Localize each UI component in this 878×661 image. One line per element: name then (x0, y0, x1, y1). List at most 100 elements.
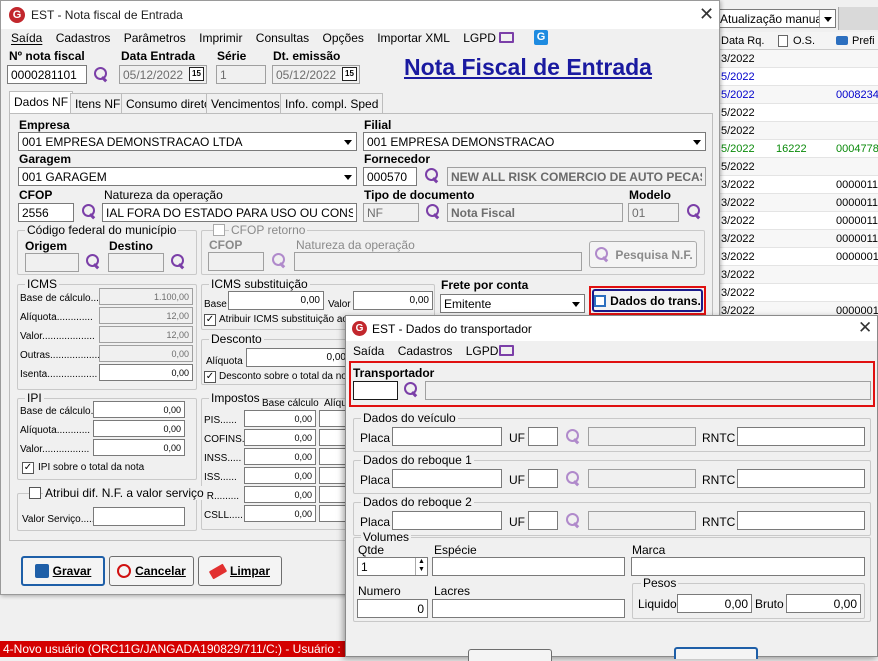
uf-input[interactable] (528, 469, 558, 488)
ipi-total-checkbox[interactable]: ✓ (22, 462, 34, 474)
icms-field-input[interactable] (99, 345, 193, 362)
dialog-menu-lgpd[interactable]: LGPD (466, 344, 499, 358)
update-mode-combo[interactable]: Atualização manual (716, 9, 836, 28)
search-icon[interactable] (92, 66, 110, 84)
tab-consumo-direto[interactable]: Consumo direto (121, 93, 216, 113)
search-icon[interactable] (564, 470, 582, 488)
search-icon[interactable] (423, 167, 441, 185)
placa-input[interactable] (392, 427, 502, 446)
dados-trans-button[interactable]: Dados do trans. (592, 289, 703, 312)
menu-consultas[interactable]: Consultas (256, 31, 309, 45)
gravar-button[interactable]: Gravar (21, 556, 105, 586)
impostos-base-input[interactable] (244, 448, 316, 465)
tab-info-compl-sped[interactable]: Info. compl. Sped (280, 93, 384, 113)
menu-saida[interactable]: Saída (11, 31, 42, 45)
valor-servico-input[interactable] (93, 507, 185, 526)
origem-input[interactable] (25, 253, 79, 272)
atribui-dif-checkbox[interactable] (29, 487, 41, 499)
liquido-input[interactable] (677, 594, 752, 613)
ipi-field-input[interactable] (93, 401, 185, 418)
icms-sub-valor-input[interactable] (353, 291, 433, 310)
impostos-base-input[interactable] (244, 505, 316, 522)
close-icon[interactable]: ✕ (858, 318, 872, 338)
fornecedor-code-input[interactable] (363, 167, 417, 186)
qtde-spinner[interactable]: ▲ ▼ (415, 558, 427, 575)
rntc-input[interactable] (737, 469, 865, 488)
impostos-base-input[interactable] (244, 410, 316, 427)
desconto-checkbox[interactable]: ✓ (204, 371, 216, 383)
search-icon[interactable] (80, 203, 98, 221)
icms-field-input[interactable] (99, 288, 193, 305)
search-icon[interactable] (402, 381, 420, 399)
menu-lgpd[interactable]: LGPD (463, 31, 496, 45)
frete-select[interactable]: Emitente (440, 294, 585, 313)
impostos-base-input[interactable] (244, 467, 316, 484)
modelo-input[interactable] (628, 203, 679, 222)
icms-sub-base-input[interactable] (228, 291, 324, 310)
placa-input[interactable] (392, 469, 502, 488)
ipi-field-input[interactable] (93, 439, 185, 456)
marca-input[interactable] (631, 557, 865, 576)
cfop-retorno-checkbox[interactable] (213, 224, 225, 236)
rntc-input[interactable] (737, 427, 865, 446)
tipo-doc-code-input[interactable] (363, 203, 419, 222)
menu-opcoes[interactable]: Opções (323, 31, 364, 45)
tab-itens-nf[interactable]: Itens NF (70, 93, 126, 113)
search-icon[interactable] (685, 203, 703, 221)
ipi-field-input[interactable] (93, 420, 185, 437)
filial-select[interactable]: 001 EMPRESA DEMONSTRACAO (363, 132, 706, 151)
pesquisa-nf-button[interactable]: Pesquisa N.F. (589, 241, 697, 268)
icms-field-input[interactable] (99, 307, 193, 324)
tab-dados-nf[interactable]: Dados NF (9, 91, 74, 114)
menu-importar-xml[interactable]: Importar XML (377, 31, 450, 45)
search-icon[interactable] (564, 428, 582, 446)
monitor-icon[interactable] (499, 345, 514, 356)
empresa-select[interactable]: 001 EMPRESA DEMONSTRACAO LTDA (18, 132, 357, 151)
close-icon[interactable]: ✕ (699, 4, 714, 25)
cfop2-input[interactable] (208, 252, 264, 271)
menu-cadastros[interactable]: Cadastros (56, 31, 111, 45)
search-icon[interactable] (564, 512, 582, 530)
lacres-input[interactable] (432, 599, 625, 618)
search-icon[interactable] (270, 252, 288, 270)
destino-input[interactable] (108, 253, 164, 272)
app-logo-small-icon[interactable]: G (534, 30, 548, 45)
dialog-menu-saida[interactable]: Saída (353, 344, 384, 358)
atribuir-icms-checkbox[interactable]: ✓ (204, 314, 216, 326)
impostos-base-input[interactable] (244, 486, 316, 503)
transportador-code-input[interactable] (353, 381, 398, 400)
bruto-input[interactable] (786, 594, 861, 613)
calendar-icon[interactable]: 15 (342, 67, 357, 81)
uf-input[interactable] (528, 511, 558, 530)
cfop-input[interactable] (18, 203, 74, 222)
garagem-select[interactable]: 001 GARAGEM (18, 167, 357, 186)
copy-icon (594, 294, 607, 307)
serie-input[interactable] (216, 65, 266, 84)
dialog-button-left[interactable] (468, 649, 552, 661)
cancelar-button[interactable]: Cancelar (109, 556, 194, 586)
icms-field-input[interactable] (99, 364, 193, 381)
search-icon[interactable] (424, 203, 442, 221)
grid-cell-date: 5/2022 (721, 161, 755, 173)
rntc-input[interactable] (737, 511, 865, 530)
dialog-button-right[interactable] (674, 647, 758, 659)
tab-vencimentos[interactable]: Vencimentos (206, 93, 285, 113)
placa-input[interactable] (392, 511, 502, 530)
calendar-icon[interactable]: 15 (189, 67, 204, 81)
limpar-button[interactable]: Limpar (198, 556, 282, 586)
uf-input[interactable] (528, 427, 558, 446)
menu-imprimir[interactable]: Imprimir (199, 31, 242, 45)
natureza-input[interactable] (102, 203, 357, 222)
natureza2-input[interactable] (294, 252, 582, 271)
monitor-icon[interactable] (499, 32, 514, 43)
menu-parametros[interactable]: Parâmetros (124, 31, 186, 45)
especie-input[interactable] (432, 557, 625, 576)
numero-input[interactable] (357, 599, 428, 618)
dialog-menu-cadastros[interactable]: Cadastros (398, 344, 453, 358)
impostos-base-input[interactable] (244, 429, 316, 446)
nf-number-input[interactable] (7, 65, 87, 84)
desconto-input[interactable] (246, 348, 350, 367)
icms-field-input[interactable] (99, 326, 193, 343)
search-icon[interactable] (84, 253, 102, 271)
search-icon[interactable] (169, 253, 187, 271)
